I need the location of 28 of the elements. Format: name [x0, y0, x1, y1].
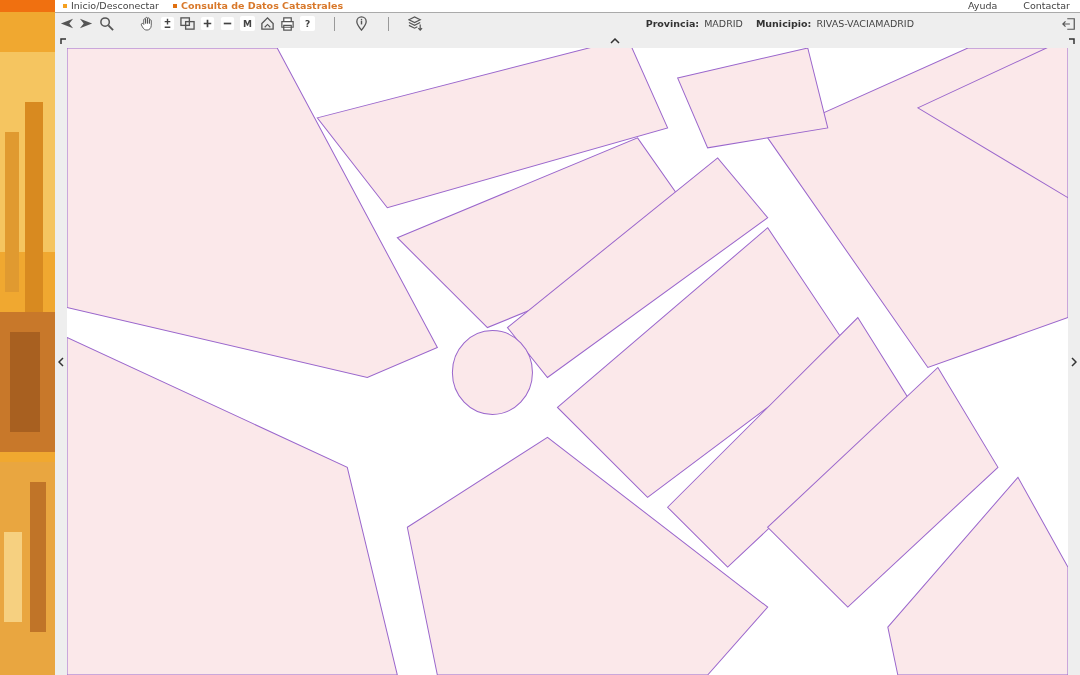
layers-icon[interactable]: [408, 16, 423, 31]
field-value: MADRID: [704, 18, 743, 29]
home-icon[interactable]: [260, 16, 275, 31]
zoom-out-icon[interactable]: [220, 16, 235, 31]
corner-mark-icon: [1069, 38, 1075, 44]
tool-button[interactable]: M: [240, 16, 255, 31]
field-label: Municipio:: [755, 18, 812, 29]
info-pin-icon[interactable]: [354, 16, 369, 31]
print-icon[interactable]: [280, 16, 295, 31]
nav-link[interactable]: Inicio/Desconectar: [63, 0, 160, 12]
forward-icon[interactable]: [79, 16, 94, 31]
pan-left-icon[interactable]: [58, 356, 64, 367]
corner-mark-icon: [60, 38, 66, 44]
pan-right-icon[interactable]: [1071, 356, 1077, 367]
exit-icon[interactable]: [1062, 16, 1076, 31]
tool-button[interactable]: ?: [300, 16, 315, 31]
nav-link[interactable]: Contactar: [1023, 0, 1070, 12]
nav-link[interactable]: Ayuda: [967, 0, 998, 12]
field-label: Provincia:: [645, 18, 700, 29]
hand-icon[interactable]: [140, 16, 155, 31]
zoom-extent-icon[interactable]: [160, 16, 175, 31]
header-bar: [0, 0, 55, 12]
pan-up-icon[interactable]: [610, 38, 620, 44]
back-icon[interactable]: [59, 16, 74, 31]
zoom-in-icon[interactable]: [200, 16, 215, 31]
search-icon[interactable]: [99, 16, 114, 31]
zoom-window-icon[interactable]: [180, 16, 195, 31]
field-value: RIVAS-VACIAMADRID: [816, 18, 914, 29]
